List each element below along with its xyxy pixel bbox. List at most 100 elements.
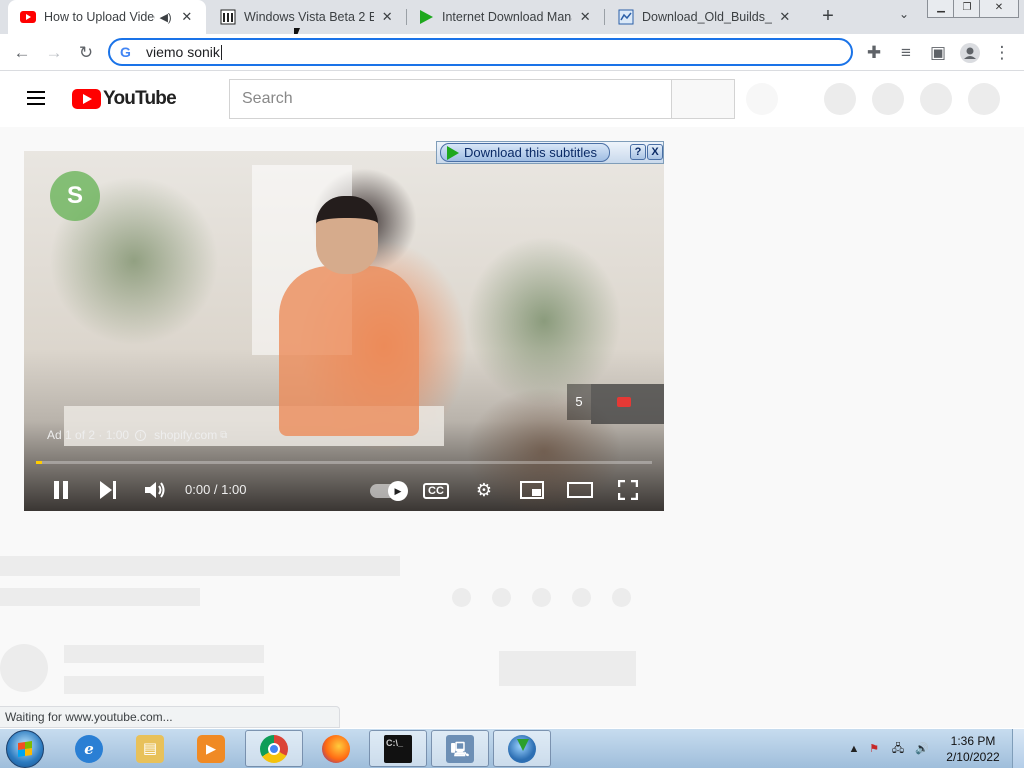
video-scene-person	[279, 266, 419, 436]
autoplay-play-icon: ▶	[388, 481, 408, 501]
taskbar-chrome[interactable]	[245, 730, 303, 767]
close-tab-icon[interactable]: ✕	[180, 9, 194, 25]
close-tab-icon[interactable]: ✕	[578, 9, 592, 25]
tab-strip: How to Upload Videos ◀) ✕ Windows Vista …	[0, 0, 1024, 34]
miniplayer-icon[interactable]	[515, 473, 549, 507]
subtitles-cc-icon[interactable]: CC	[419, 473, 453, 507]
address-input[interactable]: viemo sonik	[146, 44, 222, 61]
tab-idm[interactable]: Internet Download Manager ✕	[406, 0, 604, 34]
museum-icon	[220, 9, 236, 25]
external-link-icon[interactable]: ⧉	[220, 430, 227, 441]
close-icon[interactable]: X	[647, 144, 663, 160]
installer-computer-icon: 🖳	[446, 734, 474, 763]
address-text: viemo sonik	[146, 43, 220, 60]
tab-youtube[interactable]: How to Upload Videos ◀) ✕	[8, 0, 206, 34]
close-tab-icon[interactable]: ✕	[380, 9, 394, 25]
idm-subtitles-panel: Download this subtitles ? X	[436, 141, 664, 164]
channel-avatar-skeleton	[0, 644, 48, 692]
ad-info: Ad 1 of 2 · 1:00 i shopify.com ⧉	[47, 428, 227, 442]
title-skeleton	[0, 556, 400, 576]
system-tray: ▲ ⚑ 🖧 🔊	[844, 729, 940, 768]
skip-countdown: 5	[567, 384, 591, 420]
chrome-icon	[260, 734, 288, 763]
speaker-icon[interactable]: 🔊	[914, 741, 930, 757]
action-skeleton	[492, 588, 511, 607]
action-skeleton	[612, 588, 631, 607]
taskbar-explorer[interactable]: ▤	[121, 730, 179, 767]
new-tab-button[interactable]: +	[816, 5, 840, 29]
restore-icon[interactable]: ❐	[953, 0, 981, 18]
video-player[interactable]: S Ad 1 of 2 · 1:00 i shopify.com ⧉ 5 0:0…	[24, 151, 664, 511]
advertiser-link[interactable]: shopify.com	[154, 428, 217, 442]
fullscreen-icon[interactable]	[611, 473, 645, 507]
youtube-search-input[interactable]: Search	[229, 79, 672, 119]
taskbar-command-prompt[interactable]: C:\_	[369, 730, 427, 767]
audio-playing-icon[interactable]: ◀)	[159, 11, 171, 24]
address-bar[interactable]: G viemo sonik	[108, 38, 853, 66]
next-track-icon[interactable]	[91, 473, 125, 507]
volume-icon[interactable]	[138, 473, 172, 507]
youtube-icon	[20, 9, 36, 25]
theater-mode-icon[interactable]	[563, 473, 597, 507]
network-icon[interactable]: 🖧	[890, 741, 906, 757]
tab-title: How to Upload Videos	[44, 10, 156, 24]
ad-counter: Ad 1 of 2 · 1:00	[47, 428, 130, 442]
header-icon-placeholder	[824, 83, 856, 115]
idm-globe-icon	[508, 734, 536, 763]
command-prompt-icon: C:\_	[384, 734, 412, 763]
video-scene-person-head	[316, 196, 378, 274]
close-window-icon[interactable]: ✕	[979, 0, 1019, 18]
show-desktop-button[interactable]	[1012, 729, 1024, 768]
tab-windows-vista[interactable]: Windows Vista Beta 2 Build ✕	[208, 0, 406, 34]
info-icon[interactable]: i	[135, 429, 147, 441]
media-control-icon[interactable]: ≡	[893, 40, 919, 66]
settings-gear-icon[interactable]: ⚙	[467, 473, 501, 507]
autoplay-toggle[interactable]: ▶	[370, 481, 408, 501]
hamburger-menu-icon[interactable]	[27, 91, 45, 105]
media-player-icon: ▶	[197, 734, 225, 763]
idm-icon	[418, 9, 434, 25]
header-icon-placeholder	[920, 83, 952, 115]
close-tab-icon[interactable]: ✕	[778, 9, 792, 25]
youtube-search-button[interactable]	[671, 79, 735, 119]
reload-icon[interactable]: ↻	[73, 40, 99, 66]
taskbar-media-player[interactable]: ▶	[182, 730, 240, 767]
channel-name-skeleton	[64, 645, 264, 663]
download-subtitles-label: Download this subtitles	[464, 145, 597, 160]
taskbar-firefox[interactable]	[307, 730, 365, 767]
windows-start-icon[interactable]	[6, 730, 44, 768]
youtube-wordmark: YouTube	[103, 88, 177, 109]
extensions-puzzle-icon[interactable]: ✚	[861, 40, 887, 66]
next-video-thumbnail[interactable]	[591, 384, 664, 424]
status-bubble: Waiting for www.youtube.com...	[0, 706, 340, 728]
action-skeleton	[572, 588, 591, 607]
tab-title: Windows Vista Beta 2 Build	[244, 10, 375, 24]
player-controls: 0:00 / 1:00 ▶ CC ⚙	[24, 469, 664, 511]
minimize-icon[interactable]: ▁	[927, 0, 955, 18]
tab-download-old-builds[interactable]: Download_Old_Builds_5_ ✕	[606, 0, 804, 34]
progress-fill	[36, 461, 43, 464]
pause-icon[interactable]	[44, 473, 78, 507]
subtitle-skeleton	[0, 588, 200, 606]
menu-kebab-icon[interactable]: ⋮	[989, 40, 1015, 66]
forward-arrow-icon[interactable]: →	[41, 40, 67, 66]
time-display: 0:00 / 1:00	[185, 482, 247, 497]
system-clock[interactable]: 1:36 PM 2/10/2022	[940, 733, 1006, 765]
header-icon-placeholder	[872, 83, 904, 115]
youtube-logo[interactable]: YouTube	[72, 88, 177, 110]
youtube-header: YouTube Search	[0, 71, 1024, 127]
action-skeleton	[532, 588, 551, 607]
taskbar-idm[interactable]	[493, 730, 551, 767]
help-icon[interactable]: ?	[630, 144, 646, 160]
taskbar-installer[interactable]: 🖳	[431, 730, 489, 767]
show-hidden-icons-icon[interactable]: ▲	[846, 741, 862, 757]
progress-bar[interactable]	[36, 461, 652, 464]
tab-search-chevron-icon[interactable]: ⌄	[894, 7, 914, 27]
back-arrow-icon[interactable]: ←	[9, 40, 35, 66]
download-subtitles-button[interactable]: Download this subtitles	[440, 143, 610, 162]
action-center-flag-icon[interactable]: ⚑	[866, 741, 882, 757]
tab-separator	[604, 9, 605, 25]
side-panel-icon[interactable]: ▣	[925, 40, 951, 66]
taskbar-internet-explorer[interactable]: e	[60, 730, 118, 767]
profile-avatar-icon[interactable]	[957, 40, 983, 66]
